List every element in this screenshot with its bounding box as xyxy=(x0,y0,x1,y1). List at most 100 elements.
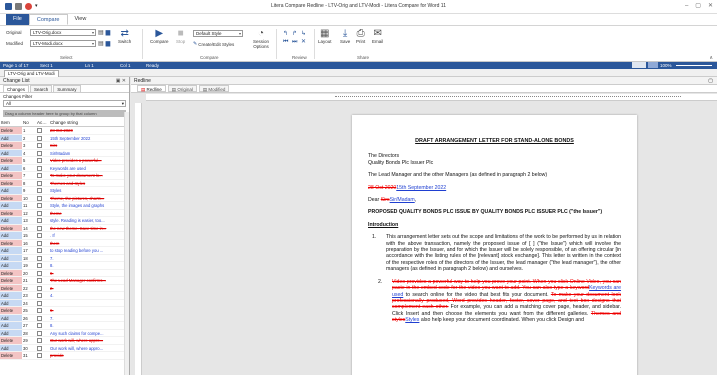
table-row[interactable]: Delete 7 To make your document lo... xyxy=(0,172,129,180)
close-icon[interactable]: ✕ xyxy=(708,2,713,9)
table-row[interactable]: Add 18 7. xyxy=(0,254,129,262)
accept-checkbox[interactable] xyxy=(37,150,42,156)
table-row[interactable]: Add 27 8. xyxy=(0,322,129,330)
table-row[interactable]: Add 30 Our work will, where appro... xyxy=(0,344,129,352)
table-row[interactable]: Delete 22 2. xyxy=(0,284,129,292)
original-document-combo[interactable]: LTV-Orig.docx ▾ xyxy=(30,29,96,36)
inserted-text[interactable]: Styles xyxy=(405,317,419,323)
tab-file[interactable]: File xyxy=(6,14,29,25)
accept-checkbox[interactable] xyxy=(37,263,42,268)
stop-button[interactable]: ■ Stop xyxy=(176,28,185,44)
print-button[interactable]: ⎙ Print xyxy=(356,28,365,44)
view-mode-icon[interactable] xyxy=(632,62,646,68)
inserted-text[interactable]: 15th September 2022 xyxy=(396,185,446,191)
accept-checkbox[interactable] xyxy=(37,128,42,133)
table-row[interactable]: Delete 14 the new theme. Save time in... xyxy=(0,224,129,232)
panel-restore-icon[interactable]: ▢ xyxy=(708,78,713,84)
save-button[interactable]: ⤓ Save xyxy=(340,28,350,44)
table-row[interactable]: Add 6 Keywords are used xyxy=(0,164,129,172)
compare-button[interactable]: ▶ Compare xyxy=(150,28,169,44)
tab-summary[interactable]: Summary xyxy=(53,85,81,92)
tab-original[interactable]: ▤ Original xyxy=(167,85,197,92)
accept-checkbox[interactable] xyxy=(37,353,42,358)
tab-modified[interactable]: ▤ Modified xyxy=(198,85,230,92)
accept-checkbox[interactable] xyxy=(37,218,42,223)
accept-checkbox[interactable] xyxy=(37,300,42,306)
accept-checkbox[interactable] xyxy=(37,323,42,328)
previous-change-icon[interactable]: ↰ xyxy=(283,30,292,38)
accept-checkbox[interactable] xyxy=(37,345,42,351)
accept-checkbox[interactable] xyxy=(37,180,42,186)
minimize-icon[interactable]: – xyxy=(685,3,688,9)
table-row[interactable]: Add 9 Styles xyxy=(0,187,129,195)
accept-checkbox[interactable] xyxy=(37,293,42,298)
create-edit-styles-button[interactable]: ✎ Create/Edit Styles xyxy=(193,41,234,47)
accept-checkbox[interactable] xyxy=(37,240,42,246)
changes-filter-select[interactable]: All ▾ xyxy=(3,100,126,107)
accept-checkbox[interactable] xyxy=(37,308,42,313)
view-mode-alt-icon[interactable] xyxy=(648,62,658,68)
column-item[interactable]: Item xyxy=(0,120,22,126)
accept-checkbox[interactable] xyxy=(37,188,42,193)
tab-compare[interactable]: Compare xyxy=(28,14,68,25)
table-row[interactable]: Add 4 Sir/Madam xyxy=(0,149,129,157)
accept-checkbox[interactable] xyxy=(37,135,42,141)
folder-modified-icon[interactable]: ▆ xyxy=(106,40,111,47)
accept-checkbox[interactable] xyxy=(37,330,42,336)
accept-checkbox[interactable] xyxy=(37,158,42,163)
deleted-text[interactable]: Sirs xyxy=(381,197,390,203)
email-button[interactable]: ✉ Email xyxy=(372,28,383,44)
table-row[interactable]: Delete 1 28 Oct 2020 xyxy=(0,127,129,135)
tab-search[interactable]: Search xyxy=(30,85,53,92)
table-row[interactable]: Add 17 to stop reading before you ... xyxy=(0,247,129,255)
tab-view[interactable]: View xyxy=(68,14,94,25)
browse-modified-icon[interactable]: ▤ xyxy=(98,40,104,47)
accept-change-icon[interactable]: ↳ xyxy=(301,30,310,38)
inserted-text[interactable]: Sir/Madam xyxy=(390,197,415,203)
table-row[interactable]: Add 19 8. xyxy=(0,262,129,270)
style-combo[interactable]: Default Style ▾ xyxy=(193,30,243,37)
accept-checkbox[interactable] xyxy=(37,225,42,231)
table-row[interactable]: Add 23 4. xyxy=(0,292,129,300)
table-row[interactable]: Delete 29 Our work will, where appro... xyxy=(0,337,129,345)
table-row[interactable]: Delete 12 theme xyxy=(0,209,129,217)
next-change-icon[interactable]: ↱ xyxy=(292,30,301,38)
accept-checkbox[interactable] xyxy=(37,165,42,171)
zoom-slider[interactable] xyxy=(676,65,712,66)
table-row[interactable]: Delete 16 them xyxy=(0,239,129,247)
vertical-ruler[interactable] xyxy=(135,103,142,375)
table-row[interactable]: Delete 5 Video provides a powerful... xyxy=(0,157,129,165)
table-row[interactable]: Add 11 Style, the images and graphs xyxy=(0,202,129,210)
accept-checkbox[interactable] xyxy=(37,270,42,276)
table-row[interactable]: Add 2 15th September 2022 xyxy=(0,134,129,142)
accept-checkbox[interactable] xyxy=(37,255,42,261)
accept-checkbox[interactable] xyxy=(37,278,42,283)
column-accept[interactable]: Acce... xyxy=(36,120,49,126)
accept-checkbox[interactable] xyxy=(37,233,42,238)
deleted-text[interactable]: Video provides a powerful way to help yo… xyxy=(392,279,621,291)
table-row[interactable]: Add 15 . If xyxy=(0,232,129,240)
table-row[interactable]: Add 24 xyxy=(0,299,129,307)
reject-change-icon[interactable]: ✕ xyxy=(301,38,310,46)
modified-document-combo[interactable]: LTV-Modi.docx ▾ xyxy=(30,40,96,47)
folder-original-icon[interactable]: ▆ xyxy=(106,29,111,36)
table-row[interactable]: Add 13 style. Reading is easier, too... xyxy=(0,217,129,225)
horizontal-ruler[interactable] xyxy=(146,94,717,101)
tab-changes[interactable]: Changes xyxy=(3,85,30,92)
session-options-button[interactable]: ◔ Session Options xyxy=(250,28,272,49)
document-tab[interactable]: LTV-Orig and LTV-Modi xyxy=(4,70,59,77)
accept-checkbox[interactable] xyxy=(37,248,42,253)
browse-original-icon[interactable]: ▤ xyxy=(98,29,104,36)
table-row[interactable]: Add 26 7. xyxy=(0,314,129,322)
accept-checkbox[interactable] xyxy=(37,143,42,148)
accept-checkbox[interactable] xyxy=(37,315,42,321)
change-list-scrollbar[interactable] xyxy=(124,112,129,375)
column-change-string[interactable]: Change string xyxy=(49,120,119,126)
maximize-icon[interactable]: ▢ xyxy=(695,2,701,9)
table-row[interactable]: Delete 10 Theme, the pictures, charts... xyxy=(0,194,129,202)
panel-pin-close-icon[interactable]: ▣ ✕ xyxy=(116,78,126,84)
accept-checkbox[interactable] xyxy=(37,338,42,343)
accept-checkbox[interactable] xyxy=(37,285,42,291)
accept-checkbox[interactable] xyxy=(37,210,42,216)
first-change-icon[interactable]: ⏮ xyxy=(283,38,292,46)
